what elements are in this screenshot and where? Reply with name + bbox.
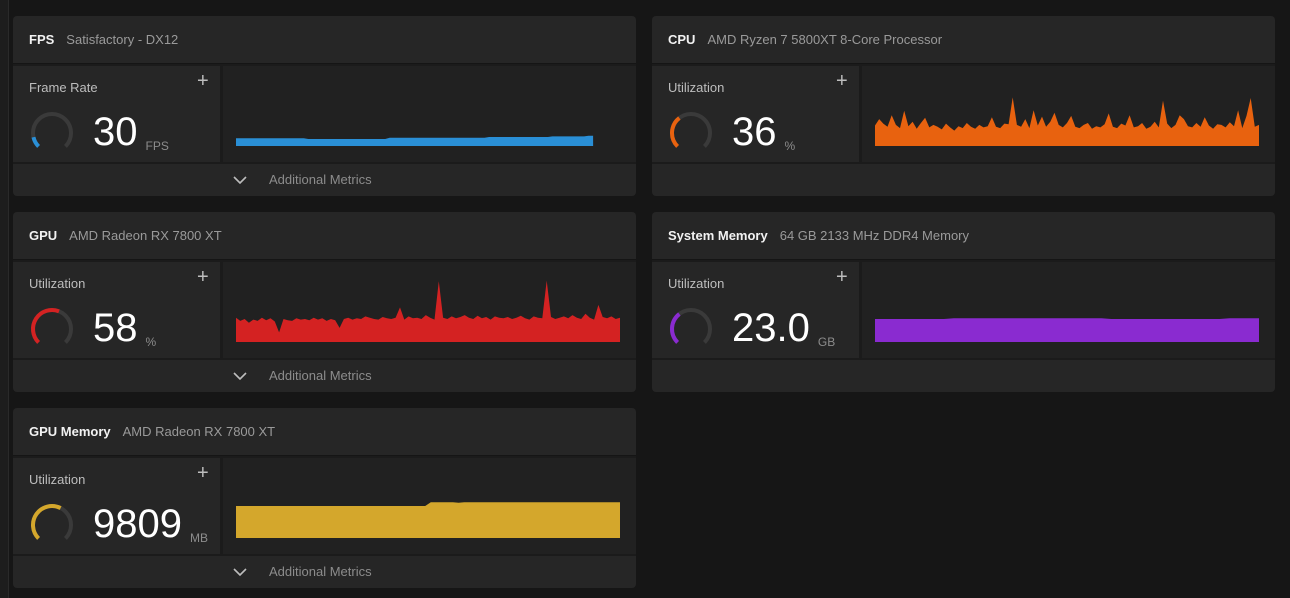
gauge-ring-icon [31,112,73,148]
gauge-fill [31,308,60,344]
metric-label: Utilization [668,276,725,291]
graph-area-fill [236,280,620,342]
additional-metrics-label: Additional Metrics [269,368,372,383]
gauge-ring-icon [670,112,712,148]
metric-value-row: 58% [93,306,156,350]
add-metric-plus-icon[interactable]: + [836,70,848,93]
graph-area-fill [236,502,620,538]
cpu-history-graph [875,97,1259,146]
fps-card-header: FPS Satisfactory - DX12 [13,16,636,64]
metric-value-row: 30 FPS [93,110,169,154]
fps-graph-area [223,66,636,162]
metric-value: 9809 [93,502,182,546]
card-title: GPU Memory [29,424,111,439]
additional-metrics-label: Additional Metrics [269,172,372,187]
sysmem-card-header: System Memory 64 GB 2133 MHz DDR4 Memory [652,212,1275,260]
fps-history-graph [236,135,594,146]
metric-label: Utilization [29,276,86,291]
card-subtitle: 64 GB 2133 MHz DDR4 Memory [779,228,969,243]
gpumem-footer: Additional Metrics [13,556,636,588]
gauge-track [31,112,73,148]
card-title: System Memory [668,228,768,243]
metric-value: 58 [93,306,138,350]
metric-unit: MB [189,531,208,545]
gpu-history-graph [236,280,620,342]
left-panel-edge [0,0,9,598]
metric-unit: % [784,139,796,153]
gpu-memory-card: GPU Memory AMD Radeon RX 7800 XT Utiliza… [13,408,636,588]
gauge-ring-icon [31,308,73,344]
metric-label: Frame Rate [29,80,98,95]
chevron-down-icon [233,175,247,184]
metric-value-row: 9809 MB [93,502,208,546]
sysmem-graph-area [862,262,1275,358]
cpu-graph-area [862,66,1275,162]
gauge-fill [670,116,681,148]
gpu-graph-area [223,262,636,358]
gauge-fill [31,136,41,148]
add-metric-plus-icon[interactable]: + [197,266,209,289]
graph-area-fill [875,97,1259,146]
metric-value: 23.0 [732,306,810,350]
additional-metrics-button[interactable]: Additional Metrics [233,172,372,187]
add-metric-plus-icon[interactable]: + [197,462,209,485]
cpu-metric-box: Utilization + 36% [652,66,859,162]
graph-area-fill [875,318,1259,342]
metric-value-row: 23.0 GB [732,306,835,350]
gpu-metric-box: Utilization + 58% [13,262,220,358]
sysmem-history-graph [875,318,1259,342]
sysmem-metric-box: Utilization + 23.0 GB [652,262,859,358]
card-title: FPS [29,32,55,47]
cpu-card-header: CPU AMD Ryzen 7 5800XT 8-Core Processor [652,16,1275,64]
cpu-footer [652,164,1275,196]
additional-metrics-label: Additional Metrics [269,564,372,579]
gpu-footer: Additional Metrics [13,360,636,392]
metric-value: 36 [732,110,777,154]
add-metric-plus-icon[interactable]: + [836,266,848,289]
system-memory-card: System Memory 64 GB 2133 MHz DDR4 Memory… [652,212,1275,392]
metric-unit: % [145,335,157,349]
gpu-card: GPU AMD Radeon RX 7800 XT Utilization + … [13,212,636,392]
fps-metric-box: Frame Rate + 30 FPS [13,66,220,162]
gpumem-graph-area [223,458,636,554]
add-metric-plus-icon[interactable]: + [197,70,209,93]
metric-unit: GB [817,335,836,349]
additional-metrics-button[interactable]: Additional Metrics [233,368,372,383]
card-subtitle: AMD Radeon RX 7800 XT [122,424,276,439]
card-title: CPU [668,32,696,47]
metric-value: 30 [93,110,138,154]
metric-value-row: 36% [732,110,795,154]
gauge-fill [31,504,62,540]
chevron-down-icon [233,567,247,576]
fps-footer: Additional Metrics [13,164,636,196]
gpumem-metric-box: Utilization + 9809 MB [13,458,220,554]
fps-card: FPS Satisfactory - DX12 Frame Rate + 30 F… [13,16,636,196]
gauge-ring-icon [670,308,712,344]
gpumem-history-graph [236,502,620,538]
card-subtitle: Satisfactory - DX12 [66,32,179,47]
metric-unit: FPS [145,139,169,153]
graph-area-fill [236,135,594,146]
card-subtitle: AMD Radeon RX 7800 XT [69,228,222,243]
sysmem-footer [652,360,1275,392]
card-title: GPU [29,228,58,243]
card-subtitle: AMD Ryzen 7 5800XT 8-Core Processor [707,32,943,47]
chevron-down-icon [233,371,247,380]
metric-label: Utilization [29,472,86,487]
gpu-card-header: GPU AMD Radeon RX 7800 XT [13,212,636,260]
additional-metrics-button[interactable]: Additional Metrics [233,564,372,579]
cpu-card: CPU AMD Ryzen 7 5800XT 8-Core Processor … [652,16,1275,196]
metric-label: Utilization [668,80,725,95]
gpumem-card-header: GPU Memory AMD Radeon RX 7800 XT [13,408,636,456]
gauge-fill [670,312,681,344]
gauge-ring-icon [31,504,73,540]
